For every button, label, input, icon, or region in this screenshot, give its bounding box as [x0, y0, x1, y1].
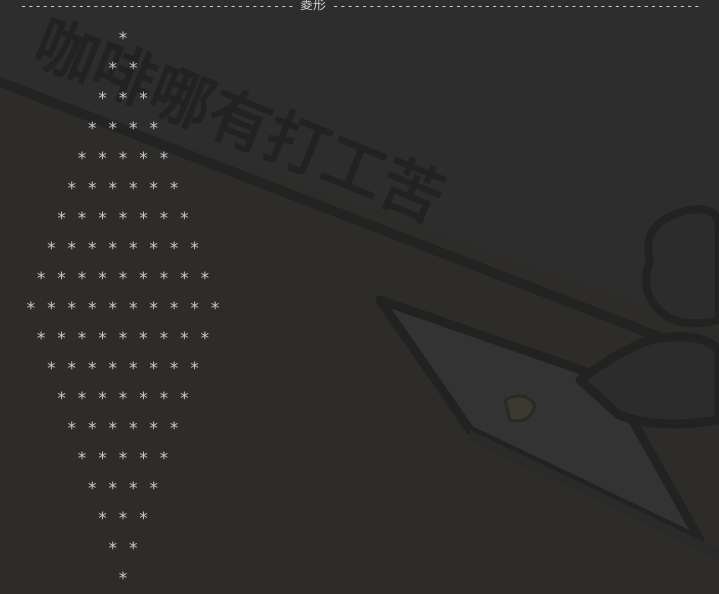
- output-line: * * * * * * * * *: [35, 269, 210, 289]
- output-line: * * * * * *: [66, 179, 180, 199]
- program-output: ----------------------------------------…: [0, 0, 719, 594]
- output-line: * * * * * * * * * *: [25, 299, 221, 319]
- output-line: * *: [107, 59, 139, 79]
- console-output-panel: 咖啡哪有打工苦 --------------------------------…: [0, 0, 719, 594]
- output-line: * * * * * * *: [56, 209, 190, 229]
- section-separator: ----------------------------------------…: [0, 0, 719, 14]
- output-line: * * * * * * * *: [46, 239, 200, 259]
- separator-title: 菱形: [299, 0, 326, 13]
- output-line: * * * *: [87, 479, 159, 499]
- output-line: * * * * *: [76, 449, 170, 469]
- output-line: * *: [107, 539, 139, 559]
- separator-dashes-right: ----------------------------------------…: [332, 0, 699, 13]
- output-line: * * *: [97, 89, 149, 109]
- output-line: * * * * *: [76, 149, 170, 169]
- output-line: * * * * * * * * *: [35, 329, 210, 349]
- output-line: * * *: [97, 509, 149, 529]
- output-line: *: [117, 29, 129, 49]
- output-line: * * * * * * * *: [46, 359, 200, 379]
- output-line: * * * *: [87, 119, 159, 139]
- output-line: * * * * * *: [66, 419, 180, 439]
- output-line: *: [117, 569, 129, 589]
- separator-dashes-left: ----------------------------------------…: [20, 0, 294, 13]
- output-line: * * * * * * *: [56, 389, 190, 409]
